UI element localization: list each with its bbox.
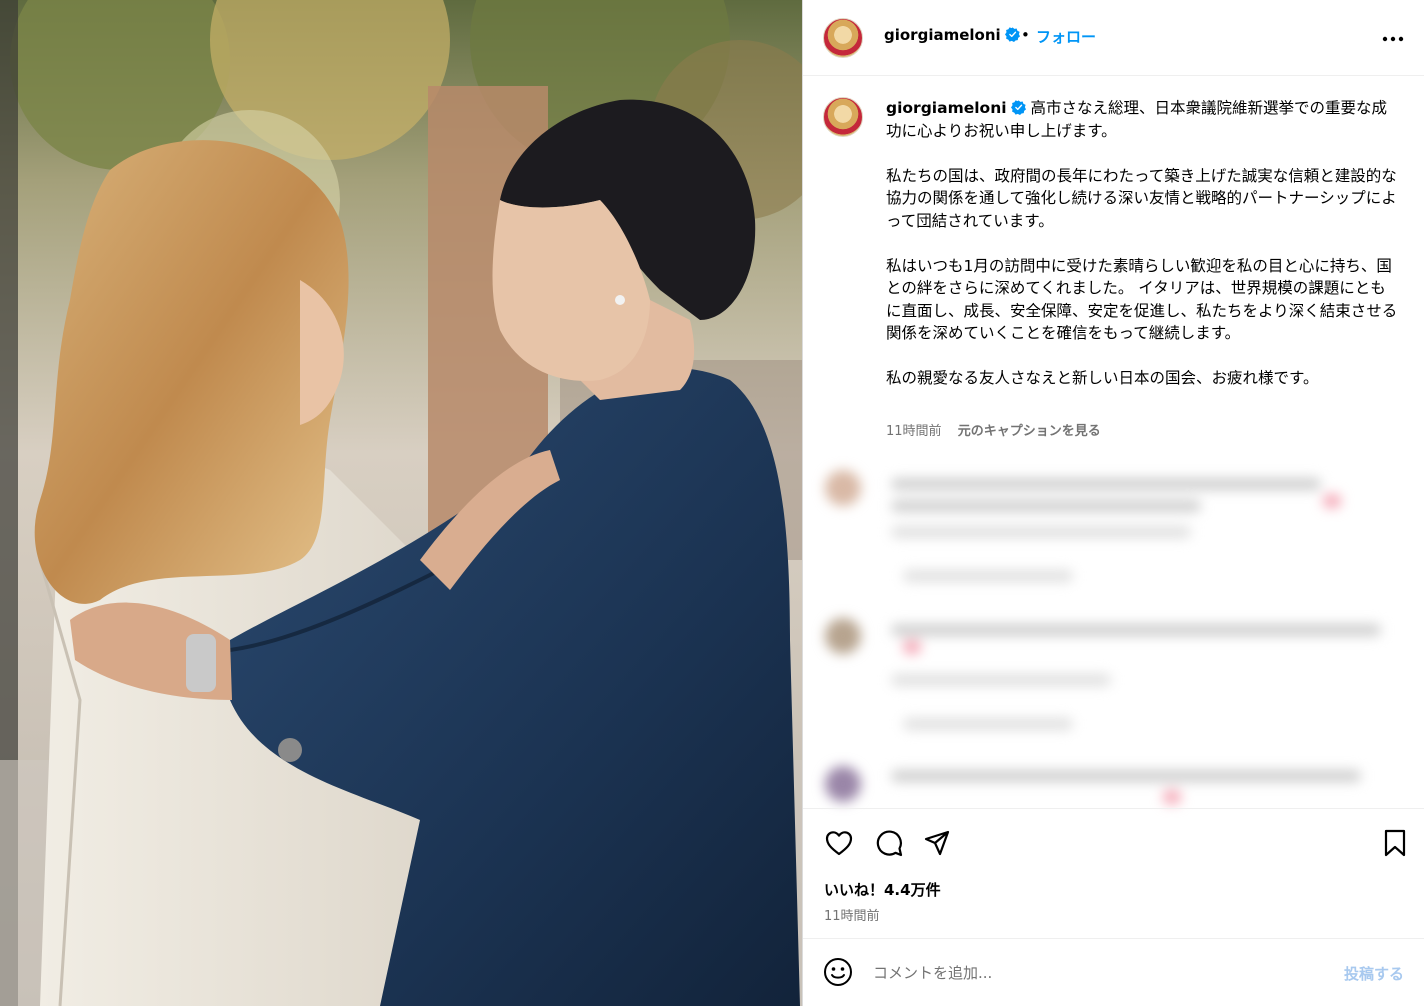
caption-time[interactable]: 11時間前 [886,424,942,439]
comment-text-blur [891,624,1381,636]
caption-paragraph-4: 私の親愛なる友人さなえと新しい日本の国会、お疲れ様です。 [886,369,1319,387]
caption-paragraph-2: 私たちの国は、政府間の長年にわたって築き上げた誠実な信頼と建設的な協力の関係を通… [886,166,1397,230]
comment-meta-blur [891,526,1191,538]
emoji-icon[interactable] [823,957,853,991]
caption-paragraph-3: 私はいつも1月の訪問中に受けた素晴らしい歓迎を私の目と心に持ち、国との絆をさらに… [886,256,1398,343]
post-side-panel: giorgiameloni • フォロー giorgiameloni 高市さなえ… [802,0,1425,1006]
comment-avatar [825,766,861,802]
caption-paragraph-1: giorgiameloni 高市さなえ総理、日本衆議院維新選挙での重要な成功に心… [886,97,1401,142]
send-icon[interactable] [921,827,953,859]
post-photo[interactable] [0,0,802,1006]
separator-dot: • [1021,26,1030,44]
comment-heart-blur [1163,790,1181,804]
bookmark-icon[interactable] [1379,827,1411,859]
comment-avatar [825,618,861,654]
comment-replies-blur [903,718,1073,730]
caption-username[interactable]: giorgiameloni [886,99,1007,117]
caption-avatar[interactable] [823,97,863,137]
post-actions: いいね！4.4万件 11時間前 [803,808,1424,938]
likes-count[interactable]: いいね！4.4万件 [824,879,941,900]
heart-icon[interactable] [823,827,855,859]
author-avatar[interactable] [823,18,863,58]
comment-input[interactable] [873,959,1313,987]
comment-text-blur [891,500,1201,512]
comments-list-blurred [803,460,1424,810]
comment-text-blur [891,478,1321,490]
more-horizontal-icon[interactable] [1382,26,1404,47]
verified-badge-icon [1010,100,1026,115]
caption-text: giorgiameloni 高市さなえ総理、日本衆議院維新選挙での重要な成功に心… [886,97,1401,412]
comment-icon[interactable] [873,827,905,859]
photo-illustration [0,0,802,1006]
post-comment-button[interactable]: 投稿する [1344,963,1404,984]
comment-replies-blur [903,570,1073,582]
verified-badge-icon [1004,27,1020,42]
comment-heart-blur [1323,494,1341,508]
author-username-text[interactable]: giorgiameloni [884,26,1001,44]
post-time[interactable]: 11時間前 [824,905,880,924]
comment-meta-blur [891,674,1111,686]
see-original-caption-button[interactable]: 元のキャプションを見る [958,424,1101,439]
post-header: giorgiameloni • フォロー [803,0,1424,76]
add-comment-bar: 投稿する [803,938,1424,1006]
comment-heart-blur [903,640,921,654]
follow-button[interactable]: フォロー [1036,26,1096,47]
comment-text-blur [891,770,1361,782]
comment-avatar [825,470,861,506]
author-username[interactable]: giorgiameloni [884,26,1020,44]
caption-meta: 11時間前 元のキャプションを見る [886,420,1101,439]
